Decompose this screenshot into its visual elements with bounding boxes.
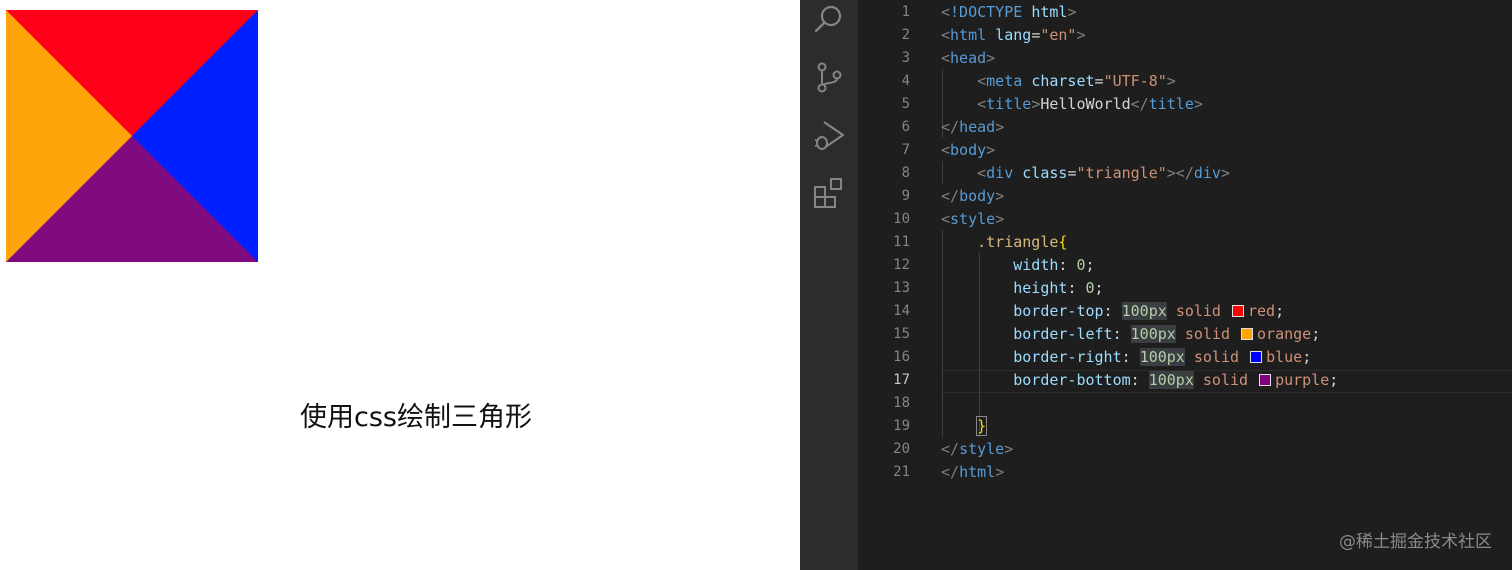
code-line: border-top: 100px solid red; [1013,302,1285,320]
code-line: border-right: 100px solid blue; [1013,348,1312,366]
code-line: <html lang="en"> [941,26,1086,44]
line-number: 6 [901,119,910,135]
code-line: width: 0; [1013,256,1095,274]
code-line: <style> [941,210,1005,228]
color-swatch-purple[interactable] [1259,374,1272,386]
line-number: 19 [893,418,910,434]
line-number: 13 [893,280,910,296]
preview-pane: 使用css绘制三角形 [0,0,800,570]
code-editor: 1 2 3 4 5 6 7 8 9 10 11 12 13 14 15 16 17 18 19 20 21 <!DOCT… [800,0,1512,570]
line-number: 18 [893,395,910,411]
color-swatch-red[interactable] [1232,305,1244,317]
line-number: 12 [893,257,910,273]
line-number: 20 [893,441,910,457]
line-number: 17 [893,372,910,388]
search-icon[interactable] [812,2,846,36]
color-swatch-blue[interactable] [1250,351,1263,363]
code-line: border-left: 100px solid orange; [1013,325,1321,343]
line-number: 3 [901,50,910,66]
code-area[interactable]: <!DOCTYPE html> <html lang="en"> <head> … [941,0,1512,570]
line-number: 7 [901,142,910,158]
line-number: 21 [893,464,910,480]
line-number: 9 [901,188,910,204]
line-number-gutter: 1 2 3 4 5 6 7 8 9 10 11 12 13 14 15 16 17 18 19 20 21 [858,0,918,570]
code-line: <meta charset="UTF-8"> [977,72,1176,90]
line-number: 11 [893,234,910,250]
code-line: <title>HelloWorld</title> [977,95,1203,113]
code-line: </html> [941,463,1005,481]
css-triangle-demo [6,10,258,262]
line-number: 1 [901,4,910,20]
line-number: 4 [901,73,910,89]
code-line: .triangle{ [977,233,1068,251]
watermark: @稀土掘金技术社区 [1339,532,1492,552]
color-swatch-orange[interactable] [1241,328,1254,340]
run-debug-icon[interactable] [812,118,846,152]
code-line: <head> [941,49,996,67]
line-number: 8 [901,165,910,181]
line-number: 10 [893,211,910,227]
code-line: </head> [941,118,1005,136]
line-number: 5 [901,96,910,112]
extensions-icon[interactable] [812,176,846,210]
line-number: 16 [893,349,910,365]
code-line: border-bottom: 100px solid purple; [1013,371,1339,389]
code-line: <body> [941,141,996,159]
code-line: height: 0; [1013,279,1104,297]
activity-bar [800,0,858,570]
line-number: 14 [893,303,910,319]
line-number: 15 [893,326,910,342]
code-line: <div class="triangle"></div> [977,164,1230,182]
code-line: </style> [941,440,1014,458]
line-number: 2 [901,27,910,43]
source-control-icon[interactable] [812,60,846,94]
code-line: </body> [941,187,1005,205]
code-line: } [976,416,988,436]
preview-caption: 使用css绘制三角形 [300,402,532,433]
code-line: <!DOCTYPE html> [941,3,1077,21]
